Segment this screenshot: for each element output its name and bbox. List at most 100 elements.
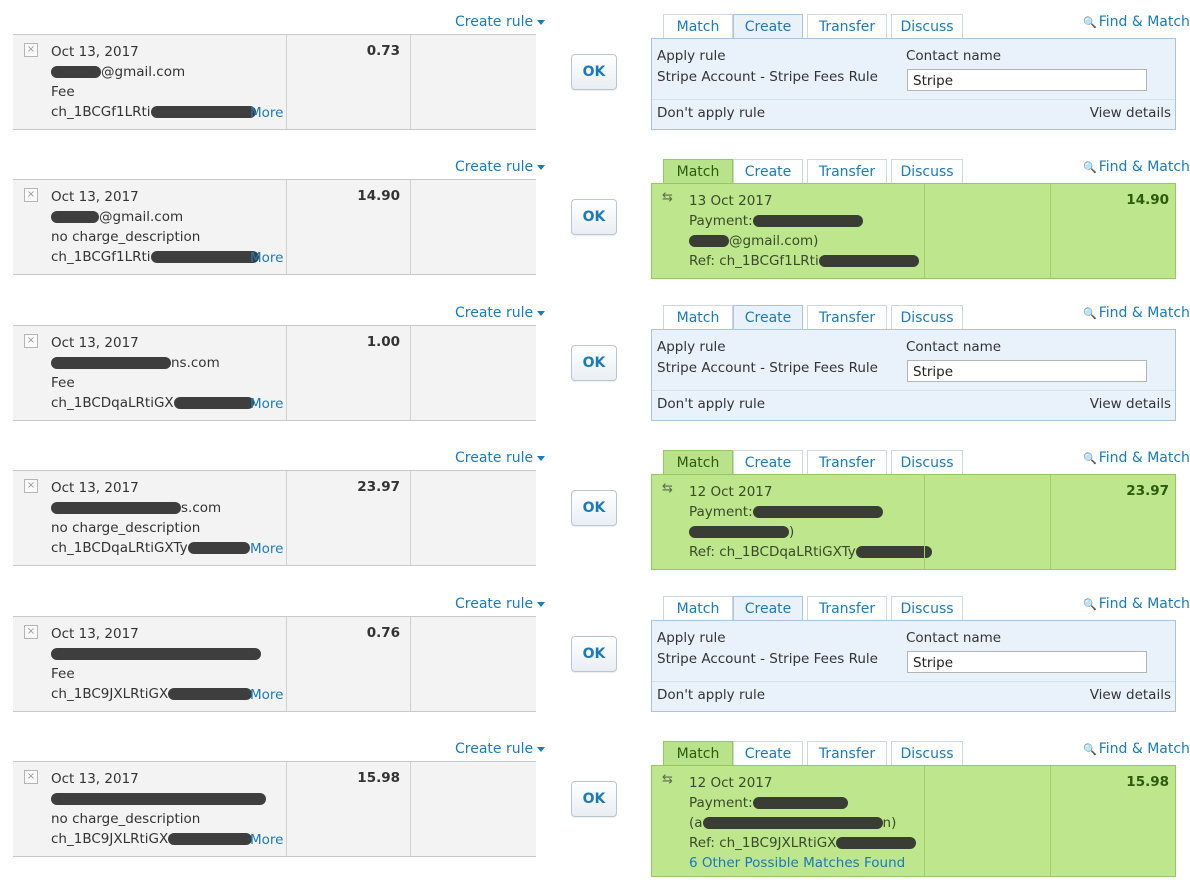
redaction	[689, 235, 729, 247]
statement-reference: ch_1BC9JXLRtiGX	[51, 684, 261, 704]
tab-discuss[interactable]: Discuss	[891, 159, 963, 184]
contact-name-input[interactable]: Stripe	[907, 360, 1147, 382]
redaction	[168, 833, 253, 845]
view-details-link[interactable]: View details	[1090, 687, 1171, 703]
create-rule-dropdown[interactable]: Create rule	[455, 159, 546, 175]
caret-down-icon	[537, 19, 546, 25]
contact-name-label: Contact name	[906, 339, 1002, 355]
redaction	[51, 793, 266, 805]
statement-line: × Oct 13, 2017 @gmail.com Fee ch_1BCGf1L…	[13, 34, 536, 130]
tab-create[interactable]: Create	[733, 14, 803, 40]
create-rule-dropdown[interactable]: Create rule	[455, 305, 546, 321]
rule-link[interactable]: Stripe Account - Stripe Fees Rule	[657, 651, 878, 667]
more-link[interactable]: More	[250, 832, 283, 848]
tab-match[interactable]: Match	[663, 450, 733, 476]
contact-name-input[interactable]: Stripe	[907, 651, 1147, 673]
ok-button[interactable]: OK	[571, 345, 617, 381]
statement-date: Oct 13, 2017	[51, 189, 139, 205]
reconcile-row: Create rule × Oct 13, 2017 ns.com Fee ch…	[0, 305, 1190, 445]
statement-description: Fee	[51, 375, 75, 391]
search-icon: 🔍	[1083, 16, 1097, 29]
tab-create[interactable]: Create	[733, 305, 803, 331]
statement-line: × Oct 13, 2017 no charge_description ch_…	[13, 761, 536, 857]
match-panel: ⇆ 13 Oct 2017 Payment: @gmail.com) Ref: …	[651, 183, 1176, 279]
ok-button[interactable]: OK	[571, 490, 617, 526]
other-matches-link[interactable]: 6 Other Possible Matches Found	[689, 853, 916, 873]
dont-apply-rule-link[interactable]: Don't apply rule	[657, 687, 765, 703]
tab-match[interactable]: Match	[663, 14, 733, 39]
more-link[interactable]: More	[250, 541, 283, 557]
rule-link[interactable]: Stripe Account - Stripe Fees Rule	[657, 360, 878, 376]
tab-create[interactable]: Create	[733, 159, 803, 184]
create-rule-dropdown[interactable]: Create rule	[455, 596, 546, 612]
remove-icon[interactable]: ×	[24, 334, 38, 348]
tab-match[interactable]: Match	[663, 305, 733, 330]
ok-button[interactable]: OK	[571, 199, 617, 235]
tab-match[interactable]: Match	[663, 741, 733, 767]
ok-button[interactable]: OK	[571, 636, 617, 672]
rule-link[interactable]: Stripe Account - Stripe Fees Rule	[657, 69, 878, 85]
reconcile-row: Create rule × Oct 13, 2017 no charge_des…	[0, 741, 1190, 881]
remove-icon[interactable]: ×	[24, 188, 38, 202]
create-rule-dropdown[interactable]: Create rule	[455, 450, 546, 466]
more-link[interactable]: More	[250, 687, 283, 703]
view-details-link[interactable]: View details	[1090, 396, 1171, 412]
tab-transfer[interactable]: Transfer	[807, 596, 887, 621]
redaction	[51, 357, 171, 369]
tab-transfer[interactable]: Transfer	[807, 305, 887, 330]
tab-match[interactable]: Match	[663, 159, 733, 185]
remove-icon[interactable]: ×	[24, 625, 38, 639]
tab-transfer[interactable]: Transfer	[807, 159, 887, 184]
create-rule-dropdown[interactable]: Create rule	[455, 741, 546, 757]
contact-name-input[interactable]: Stripe	[907, 69, 1147, 91]
tab-discuss[interactable]: Discuss	[891, 305, 963, 330]
more-link[interactable]: More	[250, 396, 283, 412]
redaction	[818, 255, 919, 267]
find-match-link[interactable]: 🔍 Find & Match	[1083, 741, 1190, 757]
match-date: 13 Oct 2017	[689, 193, 773, 209]
dont-apply-rule-link[interactable]: Don't apply rule	[657, 105, 765, 121]
tab-discuss[interactable]: Discuss	[891, 741, 963, 766]
statement-reference: ch_1BCDqaLRtiGX	[51, 393, 254, 413]
find-match-link[interactable]: 🔍 Find & Match	[1083, 305, 1190, 321]
tab-transfer[interactable]: Transfer	[807, 14, 887, 39]
ok-button[interactable]: OK	[571, 54, 617, 90]
dont-apply-rule-link[interactable]: Don't apply rule	[657, 396, 765, 412]
tab-create[interactable]: Create	[733, 596, 803, 622]
match-panel: ⇆ 12 Oct 2017 Payment: ) Ref: ch_1BCDqaL…	[651, 474, 1176, 570]
remove-icon[interactable]: ×	[24, 770, 38, 784]
statement-date: Oct 13, 2017	[51, 335, 139, 351]
remove-icon[interactable]: ×	[24, 479, 38, 493]
tab-match[interactable]: Match	[663, 596, 733, 621]
tab-create[interactable]: Create	[733, 741, 803, 766]
find-match-link[interactable]: 🔍 Find & Match	[1083, 450, 1190, 466]
statement-amount: 23.97	[357, 479, 400, 495]
tab-transfer[interactable]: Transfer	[807, 741, 887, 766]
tab-discuss[interactable]: Discuss	[891, 14, 963, 39]
statement-line: × Oct 13, 2017 @gmail.com no charge_desc…	[13, 179, 536, 275]
apply-rule-label: Apply rule	[657, 630, 726, 646]
tab-discuss[interactable]: Discuss	[891, 450, 963, 475]
find-match-link[interactable]: 🔍 Find & Match	[1083, 159, 1190, 175]
statement-description: no charge_description	[51, 520, 201, 536]
view-details-link[interactable]: View details	[1090, 105, 1171, 121]
tab-discuss[interactable]: Discuss	[891, 596, 963, 621]
more-link[interactable]: More	[250, 105, 283, 121]
statement-date: Oct 13, 2017	[51, 626, 139, 642]
remove-icon[interactable]: ×	[24, 43, 38, 57]
caret-down-icon	[537, 746, 546, 752]
search-icon: 🔍	[1083, 307, 1097, 320]
statement-description: no charge_description	[51, 229, 201, 245]
match-reference: Ref: ch_1BCGf1LRti	[689, 251, 919, 271]
create-rule-dropdown[interactable]: Create rule	[455, 14, 546, 30]
redaction	[836, 837, 917, 849]
redaction	[702, 817, 883, 829]
tab-create[interactable]: Create	[733, 450, 803, 475]
find-match-link[interactable]: 🔍 Find & Match	[1083, 14, 1190, 30]
more-link[interactable]: More	[250, 250, 283, 266]
ok-button[interactable]: OK	[571, 781, 617, 817]
redaction	[150, 106, 256, 118]
find-match-link[interactable]: 🔍 Find & Match	[1083, 596, 1190, 612]
transfer-arrows-icon: ⇆	[662, 190, 673, 205]
tab-transfer[interactable]: Transfer	[807, 450, 887, 475]
